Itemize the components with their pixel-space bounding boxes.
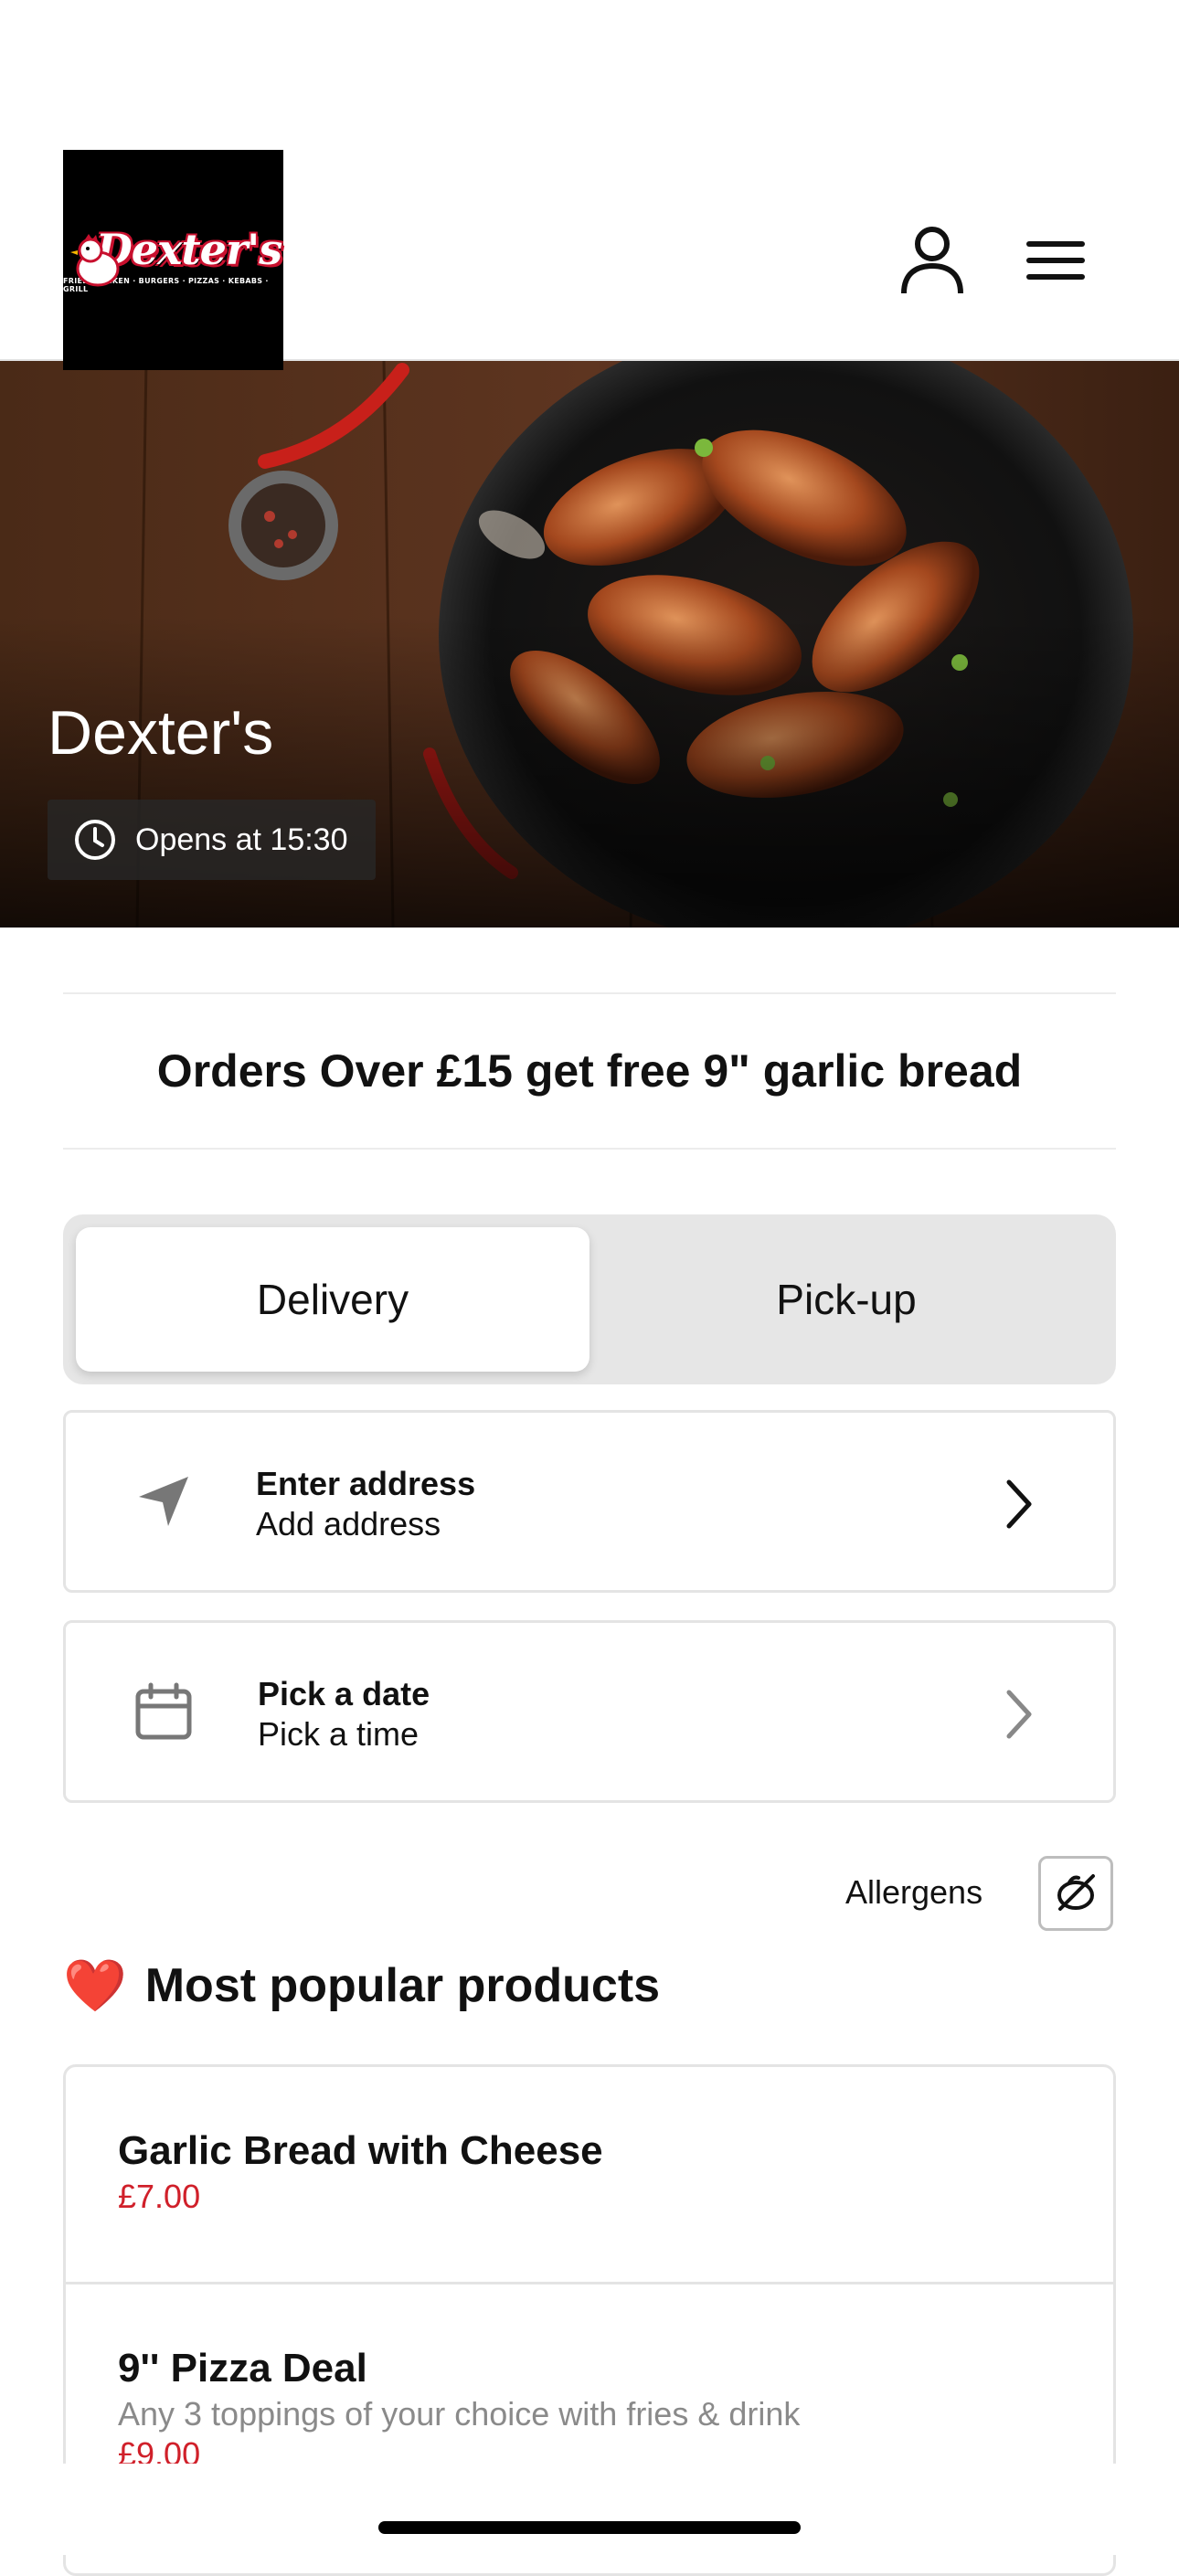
opening-status-badge: Opens at 15:30: [48, 800, 376, 880]
schedule-selector[interactable]: Pick a date Pick a time: [63, 1620, 1116, 1803]
restaurant-name: Dexter's: [48, 698, 274, 768]
order-mode-toggle: Delivery Pick-up: [63, 1214, 1116, 1384]
product-name: 9'' Pizza Deal: [118, 2346, 367, 2390]
product-price: £7.00: [118, 2178, 201, 2215]
schedule-title: Pick a date: [258, 1675, 430, 1712]
allergen-filter-icon: [1057, 1874, 1095, 1911]
pickup-tab[interactable]: Pick-up: [590, 1227, 1103, 1372]
allergens-label: Allergens: [845, 1873, 983, 1911]
schedule-subtitle: Pick a time: [258, 1715, 420, 1753]
address-selector[interactable]: Enter address Add address: [63, 1410, 1116, 1593]
address-title: Enter address: [256, 1465, 476, 1502]
product-description: Any 3 toppings of your choice with fries…: [118, 2395, 801, 2433]
product-name: Garlic Bread with Cheese: [118, 2128, 603, 2173]
navigation-arrow-icon: [132, 1469, 196, 1533]
chicken-mascot-icon: [70, 234, 120, 287]
chevron-right-icon: [1006, 1479, 1032, 1529]
hamburger-menu-icon[interactable]: [1014, 219, 1097, 302]
hero-banner: Dexter's Opens at 15:30: [0, 361, 1179, 928]
promo-text: Orders Over £15 get free 9" garlic bread: [156, 1045, 1023, 1097]
restaurant-logo[interactable]: Dexter's FRIED CHICKEN · BURGERS · PIZZA…: [63, 150, 283, 370]
heart-icon: ❤️: [63, 1956, 127, 2014]
section-title-text: Most popular products: [144, 1959, 661, 2012]
opening-status-text: Opens at 15:30: [135, 822, 348, 857]
logo-wordmark: Dexter's: [95, 224, 282, 274]
delivery-tab[interactable]: Delivery: [76, 1227, 590, 1372]
clock-icon: [75, 820, 115, 860]
calendar-icon: [132, 1680, 196, 1744]
allergen-filter-button[interactable]: [1038, 1856, 1113, 1931]
home-indicator[interactable]: [378, 2521, 801, 2534]
product-card[interactable]: Garlic Bread with Cheese £7.00: [66, 2067, 1113, 2284]
chevron-right-icon: [1006, 1690, 1032, 1739]
address-subtitle: Add address: [256, 1505, 441, 1542]
user-icon[interactable]: [891, 219, 973, 302]
promo-banner: Orders Over £15 get free 9" garlic bread: [63, 992, 1116, 1150]
section-title: ❤️ Most popular products: [63, 1956, 660, 2016]
bottom-safe-area: [0, 2464, 1179, 2555]
